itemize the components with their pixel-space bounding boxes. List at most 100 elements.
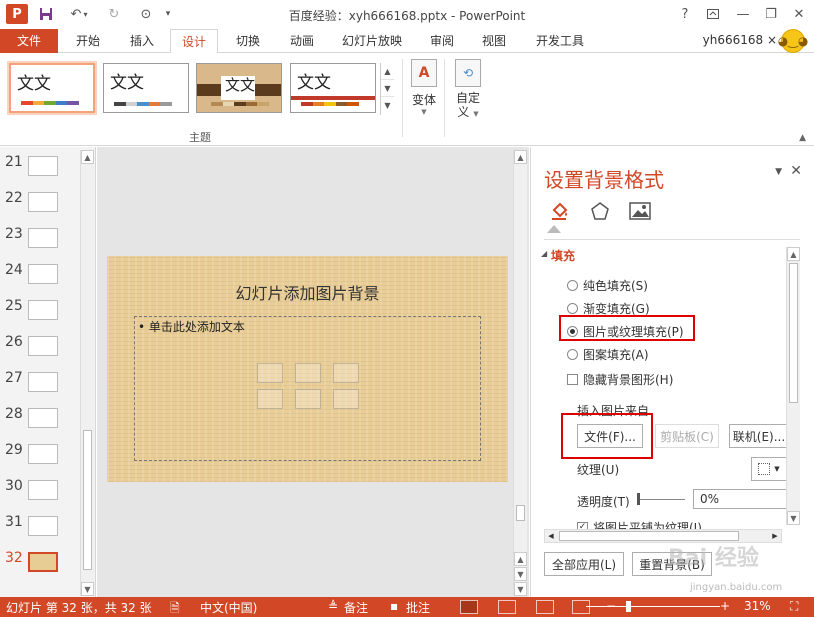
insert-online-picture-icon[interactable] (295, 389, 321, 409)
insert-table-icon[interactable] (257, 363, 283, 383)
radio-button[interactable] (567, 280, 578, 291)
tab-slideshow[interactable]: 幻灯片放映 (334, 29, 410, 53)
radio-button[interactable] (567, 303, 578, 314)
collapse-section-icon[interactable]: ◢ (541, 249, 547, 258)
slide-thumbnail[interactable] (28, 408, 58, 428)
slide-thumbnail[interactable] (28, 480, 58, 500)
close-button[interactable]: ✕ (786, 4, 812, 24)
radio-button[interactable] (567, 349, 578, 360)
normal-view-icon[interactable] (460, 600, 478, 614)
theme-thumbnail[interactable]: 文文 (290, 63, 376, 113)
content-placeholder[interactable]: • 单击此处添加文本 (134, 316, 481, 461)
checkbox-hide-background[interactable]: 隐藏背景图形(H) (567, 371, 673, 388)
language-indicator[interactable]: 中文(中国) (200, 599, 257, 616)
transparency-input[interactable]: 0% (693, 489, 787, 509)
collapse-ribbon-icon[interactable]: ▲ (799, 133, 806, 143)
scroll-right-icon[interactable]: ▶ (769, 530, 781, 542)
previous-slide-icon[interactable]: ▲ (514, 552, 527, 566)
notes-button[interactable]: 备注 (344, 599, 368, 616)
ribbon-display-options-icon[interactable] (700, 4, 726, 24)
user-account[interactable]: yh666168 × (703, 33, 777, 47)
spell-check-icon[interactable]: 🗎 (170, 599, 180, 617)
effects-pentagon-icon[interactable] (588, 199, 612, 223)
radio-pattern-fill[interactable]: 图案填充(A) (567, 346, 649, 363)
slide-thumbnail[interactable] (28, 156, 58, 176)
next-slide-icon[interactable]: ▼ (514, 567, 527, 581)
tab-review[interactable]: 审阅 (416, 29, 468, 53)
slide-thumbnail[interactable] (28, 264, 58, 284)
texture-dropdown[interactable]: ▼ (751, 457, 787, 481)
scroll-thumb[interactable] (516, 505, 525, 521)
scroll-down-icon[interactable]: ▼ (787, 511, 800, 525)
scroll-up-icon[interactable]: ▲ (381, 63, 394, 80)
gallery-more-icon[interactable]: ▼ (381, 97, 394, 114)
scroll-up-icon[interactable]: ▲ (514, 150, 527, 164)
variants-button[interactable]: A 变体 ▼ (404, 59, 444, 116)
insert-smartart-icon[interactable] (333, 363, 359, 383)
canvas-scrollbar[interactable]: ▲ ▲ ▼ ▼ (513, 150, 527, 596)
transparency-slider[interactable] (637, 499, 685, 500)
reading-view-icon[interactable] (536, 600, 554, 614)
apply-to-all-button[interactable]: 全部应用(L) (544, 552, 624, 576)
tab-design[interactable]: 设计 (170, 29, 218, 54)
scroll-down-icon[interactable]: ▼ (514, 582, 527, 596)
slide-title[interactable]: 幻灯片添加图片背景 (107, 280, 508, 304)
slide-thumbnail-current[interactable] (28, 552, 58, 572)
notes-icon[interactable]: ≜ (328, 599, 338, 613)
scroll-thumb[interactable] (83, 430, 92, 570)
customize-button[interactable]: ⟲ 自定义 ▼ (448, 59, 488, 121)
checkbox[interactable] (567, 374, 578, 385)
tab-view[interactable]: 视图 (468, 29, 520, 53)
section-fill[interactable]: 填充 (551, 247, 575, 264)
insert-chart-icon[interactable] (295, 363, 321, 383)
scroll-down-icon[interactable]: ▼ (381, 80, 394, 97)
pane-vertical-scrollbar[interactable]: ▲ ▼ (786, 247, 800, 525)
tab-insert[interactable]: 插入 (116, 29, 168, 53)
comments-icon[interactable]: ▪ (390, 599, 398, 613)
scroll-left-icon[interactable]: ◀ (545, 530, 557, 542)
tab-transitions[interactable]: 切换 (222, 29, 274, 53)
online-button[interactable]: 联机(E)... (729, 424, 789, 448)
slide-sorter-view-icon[interactable] (498, 600, 516, 614)
slideshow-view-icon[interactable] (572, 600, 590, 614)
theme-thumbnail[interactable]: 文文 (103, 63, 189, 113)
tab-developer[interactable]: 开发工具 (526, 29, 594, 53)
scroll-up-icon[interactable]: ▲ (787, 247, 800, 261)
fit-slide-icon[interactable]: ⛶ (790, 599, 798, 614)
slide-thumbnail[interactable] (28, 372, 58, 392)
help-button[interactable]: ? (672, 4, 698, 24)
insert-picture-icon[interactable] (257, 389, 283, 409)
insert-video-icon[interactable] (333, 389, 359, 409)
slide-thumbnail[interactable] (28, 516, 58, 536)
restore-button[interactable]: ❐ (758, 4, 784, 24)
comments-button[interactable]: 批注 (406, 599, 430, 616)
picture-icon[interactable] (628, 199, 652, 223)
transparency-slider-handle[interactable] (637, 493, 640, 505)
clipboard-button[interactable]: 剪贴板(C) (655, 424, 719, 448)
radio-solid-fill[interactable]: 纯色填充(S) (567, 277, 648, 294)
avatar[interactable]: ◕‿◕ (778, 29, 808, 53)
minimize-button[interactable]: — (730, 4, 756, 24)
scroll-up-icon[interactable]: ▲ (81, 150, 94, 164)
zoom-level[interactable]: 31% (744, 599, 771, 613)
tab-animations[interactable]: 动画 (276, 29, 328, 53)
pane-options-icon[interactable]: ▼ (775, 167, 782, 177)
zoom-in-button[interactable]: + (720, 599, 730, 613)
current-slide[interactable]: 幻灯片添加图片背景 • 单击此处添加文本 (107, 256, 508, 482)
fill-bucket-icon[interactable] (548, 199, 572, 223)
tab-file[interactable]: 文件 (0, 29, 58, 53)
slide-thumbnail[interactable] (28, 300, 58, 320)
slides-scrollbar[interactable]: ▲ ▼ (80, 150, 94, 596)
zoom-slider-handle[interactable] (626, 601, 631, 612)
theme-thumbnail[interactable]: 文文 (196, 63, 282, 113)
slide-thumbnail[interactable] (28, 444, 58, 464)
scroll-thumb[interactable] (789, 263, 798, 403)
theme-gallery-scroll[interactable]: ▲ ▼ ▼ (380, 63, 394, 115)
slide-thumbnail[interactable] (28, 192, 58, 212)
tab-home[interactable]: 开始 (62, 29, 114, 53)
close-pane-icon[interactable]: ✕ (790, 163, 802, 179)
zoom-slider[interactable] (586, 606, 720, 607)
scroll-down-icon[interactable]: ▼ (81, 582, 94, 596)
slide-thumbnail[interactable] (28, 336, 58, 356)
slide-thumbnail[interactable] (28, 228, 58, 248)
